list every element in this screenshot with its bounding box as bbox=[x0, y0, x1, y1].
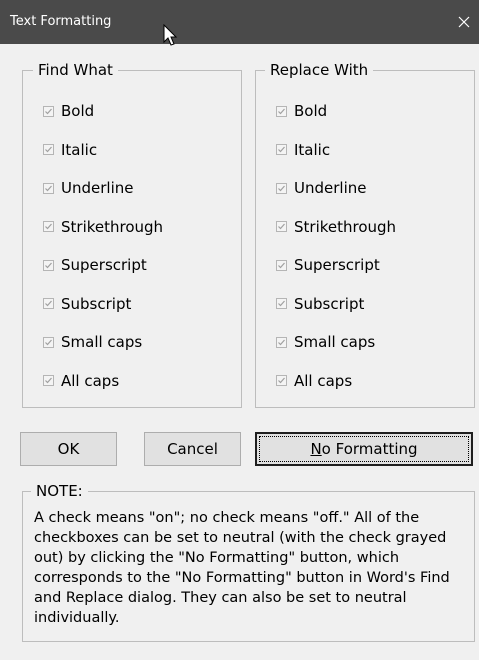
checkbox[interactable] bbox=[276, 221, 287, 232]
checkbox-label: Small caps bbox=[61, 333, 143, 351]
checkbox-row-subscript[interactable]: Subscript bbox=[43, 294, 131, 314]
checkbox-label: Underline bbox=[61, 179, 134, 197]
checkbox-label: Subscript bbox=[61, 294, 132, 313]
window-title: Text Formatting bbox=[10, 14, 112, 29]
checkbox[interactable] bbox=[276, 336, 287, 348]
check-mark-icon bbox=[278, 223, 285, 230]
checkbox-label: Italic bbox=[61, 140, 98, 159]
focus-rectangle bbox=[259, 436, 469, 462]
check-mark-icon bbox=[45, 108, 52, 114]
checkbox-label: Subscript bbox=[294, 294, 365, 313]
cancel-button-label: Cancel bbox=[167, 440, 218, 458]
check-mark-icon bbox=[45, 339, 52, 345]
checkbox[interactable] bbox=[276, 105, 287, 117]
ok-button[interactable]: OK bbox=[20, 432, 117, 466]
check-mark-icon bbox=[278, 377, 285, 384]
checkbox-label: Strikethrough bbox=[294, 217, 397, 236]
check-mark-icon bbox=[45, 377, 52, 384]
checkbox-row-italic[interactable]: Italic bbox=[276, 140, 330, 160]
check-mark-icon bbox=[45, 146, 52, 153]
checkbox-row-underline[interactable]: Underline bbox=[43, 178, 133, 198]
check-mark-icon bbox=[278, 108, 285, 114]
check-mark-icon bbox=[278, 300, 285, 307]
checkbox-label: Strikethrough bbox=[61, 217, 164, 236]
checkbox[interactable] bbox=[43, 144, 54, 155]
checkbox-row-italic[interactable]: Italic bbox=[43, 140, 97, 160]
checkbox-row-all-caps[interactable]: All caps bbox=[276, 371, 352, 391]
checkbox-label: Bold bbox=[61, 102, 95, 120]
checkbox-label: Superscript bbox=[61, 256, 147, 274]
cancel-button[interactable]: Cancel bbox=[144, 432, 241, 466]
checkbox-row-bold[interactable]: Bold bbox=[43, 101, 94, 121]
checkbox-label: Italic bbox=[294, 140, 331, 159]
checkbox[interactable] bbox=[43, 298, 54, 309]
checkbox[interactable] bbox=[43, 336, 54, 348]
checkbox[interactable] bbox=[276, 144, 287, 155]
checkbox[interactable] bbox=[43, 105, 54, 117]
title-bar: Text Formatting bbox=[0, 0, 479, 44]
checkbox-row-superscript[interactable]: Superscript bbox=[43, 255, 147, 275]
checkbox[interactable] bbox=[43, 221, 54, 232]
checkbox-label: Underline bbox=[294, 179, 367, 197]
checkbox[interactable] bbox=[43, 375, 54, 386]
checkbox[interactable] bbox=[276, 182, 287, 194]
replace-with-legend: Replace With bbox=[265, 61, 374, 79]
checkbox-row-superscript[interactable]: Superscript bbox=[276, 255, 380, 275]
checkbox-label: All caps bbox=[61, 371, 120, 390]
checkbox[interactable] bbox=[43, 182, 54, 194]
checkbox[interactable] bbox=[276, 259, 287, 271]
checkbox-row-underline[interactable]: Underline bbox=[276, 178, 366, 198]
checkbox[interactable] bbox=[276, 298, 287, 309]
check-mark-icon bbox=[278, 185, 285, 191]
checkbox[interactable] bbox=[276, 375, 287, 386]
checkbox[interactable] bbox=[43, 259, 54, 271]
check-mark-icon bbox=[45, 185, 52, 191]
no-formatting-button[interactable]: No Formatting bbox=[255, 432, 473, 466]
checkbox-row-subscript[interactable]: Subscript bbox=[276, 294, 364, 314]
checkbox-label: Superscript bbox=[294, 256, 380, 274]
checkbox-label: Bold bbox=[294, 102, 328, 120]
checkbox-row-bold[interactable]: Bold bbox=[276, 101, 327, 121]
check-mark-icon bbox=[278, 339, 285, 345]
checkbox-label: Small caps bbox=[294, 333, 376, 351]
check-mark-icon bbox=[45, 223, 52, 230]
check-mark-icon bbox=[278, 146, 285, 153]
checkbox-row-small-caps[interactable]: Small caps bbox=[43, 332, 142, 352]
check-mark-icon bbox=[45, 300, 52, 307]
checkbox-row-strikethrough[interactable]: Strikethrough bbox=[276, 217, 396, 237]
check-mark-icon bbox=[45, 262, 52, 268]
check-mark-icon bbox=[278, 262, 285, 268]
close-icon bbox=[458, 16, 470, 28]
find-what-legend: Find What bbox=[33, 61, 118, 79]
checkbox-row-small-caps[interactable]: Small caps bbox=[276, 332, 375, 352]
ok-button-label: OK bbox=[57, 440, 80, 458]
checkbox-row-all-caps[interactable]: All caps bbox=[43, 371, 119, 391]
checkbox-row-strikethrough[interactable]: Strikethrough bbox=[43, 217, 163, 237]
mouse-cursor-icon bbox=[163, 24, 178, 46]
checkbox-label: All caps bbox=[294, 371, 353, 390]
note-legend: NOTE: bbox=[31, 482, 88, 500]
note-text: A check means "on"; no check means "off.… bbox=[34, 510, 450, 626]
close-button[interactable] bbox=[449, 0, 479, 44]
